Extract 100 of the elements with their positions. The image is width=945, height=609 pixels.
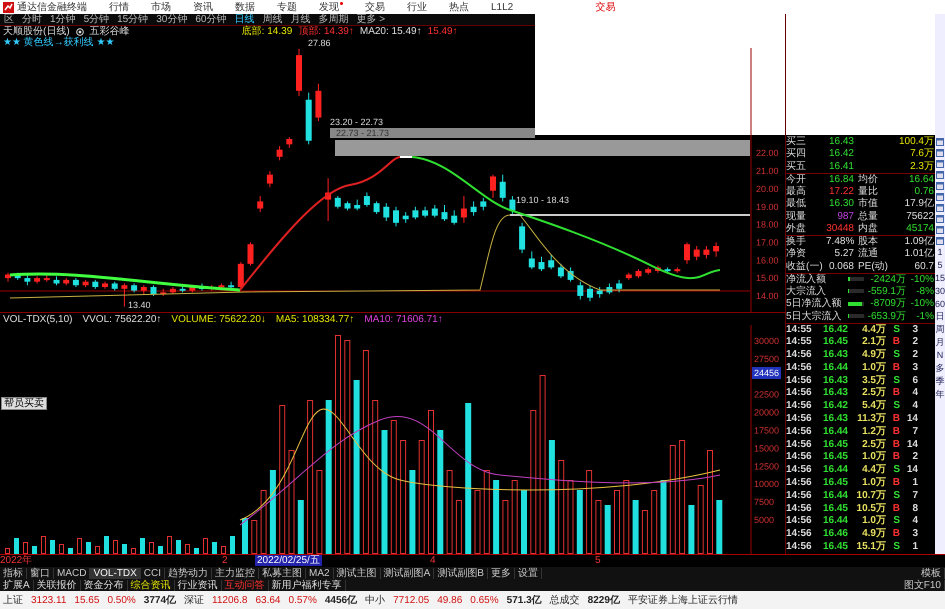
quote-value: 16.64: [908, 174, 934, 185]
candlestick: [402, 212, 409, 224]
window-icon[interactable]: [936, 149, 944, 157]
legend-text: ★★ 黄色线→获利线 ★★: [3, 37, 114, 48]
candlestick: [500, 174, 506, 202]
period-shortcut[interactable]: 30: [935, 286, 945, 297]
index-amount: 571.3亿: [506, 594, 542, 606]
quote-label: 收益(一): [786, 260, 824, 272]
menu-item[interactable]: 发现: [319, 2, 343, 12]
period-shortcut[interactable]: 60: [935, 300, 945, 310]
trade-time: 14:56: [786, 374, 813, 386]
period-tab[interactable]: 月线: [286, 14, 314, 25]
period-tab[interactable]: 分时: [18, 14, 46, 25]
period-shortcut[interactable]: 周: [936, 325, 944, 336]
trade-volume: 4.4万: [861, 324, 886, 335]
quote-value: 987: [836, 210, 854, 222]
index-amount: 3774亿: [144, 594, 176, 606]
menu-item[interactable]: 资讯: [193, 2, 213, 12]
window-icon[interactable]: [936, 226, 944, 234]
quote-value: 0.76: [914, 186, 934, 197]
trade-side: B: [892, 412, 900, 424]
indicator-value: MA5: 108334.77↑: [276, 314, 354, 324]
quote-value: 16.84: [828, 174, 854, 185]
quote-label: 现量: [786, 210, 807, 222]
period-tab[interactable]: 区: [0, 14, 18, 25]
period-tab[interactable]: 周线: [258, 14, 286, 25]
index-name: 深证: [184, 594, 204, 606]
menu-item[interactable]: 专题: [277, 2, 297, 12]
indicator-tab[interactable]: VOL-TDX: [90, 568, 141, 578]
candlestick: [432, 204, 438, 218]
window-icon[interactable]: [936, 138, 944, 146]
window-icon[interactable]: [936, 237, 944, 245]
candlestick: [480, 197, 486, 211]
menu-item[interactable]: 行业: [407, 2, 427, 12]
trade-count: 3: [911, 324, 918, 335]
flow-value: -8709万: [869, 298, 906, 310]
period-tab[interactable]: 1分钟: [46, 14, 80, 25]
menu-item[interactable]: 市场: [151, 2, 171, 12]
floating-panel[interactable]: 帮员买卖: [1, 397, 47, 410]
candlestick: [451, 210, 458, 226]
axis-label: 15.00: [756, 273, 779, 284]
window-icon[interactable]: [936, 215, 944, 223]
price-label: 19.10 - 18.43: [516, 195, 570, 205]
window-icon[interactable]: [936, 171, 944, 179]
axis-label: 15000: [754, 443, 780, 454]
menu-item[interactable]: 数据: [235, 2, 255, 12]
quote-value: 100.4万: [898, 136, 934, 147]
index-change: 15.65: [74, 594, 100, 606]
period-shortcut[interactable]: N: [936, 351, 944, 362]
quote-label: 市值: [857, 198, 879, 210]
trade-time: 14:56: [786, 476, 813, 488]
indicator-value: 底部: 14.39: [242, 26, 292, 37]
quote-label: 均价: [857, 174, 879, 185]
flow-label: 5日大宗流入: [786, 310, 843, 322]
quote-value: 2.3万: [909, 160, 934, 172]
period-tab[interactable]: 更多 >: [352, 14, 390, 25]
trade-time: 14:56: [786, 348, 813, 360]
window-icon[interactable]: [936, 193, 944, 201]
menu-item[interactable]: 交易: [365, 2, 385, 12]
period-shortcut[interactable]: 5: [937, 260, 942, 271]
period-tab[interactable]: 多周期: [314, 14, 352, 25]
candlestick: [24, 274, 30, 286]
period-shortcut[interactable]: 季: [936, 376, 944, 387]
trade-time: 14:56: [786, 387, 813, 398]
trade-count: 7: [911, 426, 918, 437]
candlestick: [548, 254, 554, 270]
quote-source: 平安证券上海上证云行情: [628, 594, 738, 606]
period-shortcut[interactable]: 1: [937, 248, 942, 258]
period-shortcut[interactable]: 年: [936, 390, 944, 400]
period-tab[interactable]: 5分钟: [80, 14, 114, 25]
flow-percent: -8%: [915, 286, 934, 297]
window-icon[interactable]: [936, 204, 944, 212]
flow-label: 5日净流入额: [786, 298, 843, 310]
trade-volume: 1.2万: [861, 426, 886, 437]
period-shortcut[interactable]: 多: [936, 364, 944, 374]
candlestick: [257, 196, 264, 213]
period-shortcut[interactable]: 15: [935, 274, 945, 284]
trade-price: 16.46: [822, 528, 848, 540]
trade-side: B: [892, 528, 900, 540]
trade-volume: 4.9万: [861, 528, 886, 540]
trade-count: 7: [911, 490, 918, 501]
menu-item[interactable]: 行情: [109, 2, 129, 12]
trade-link[interactable]: 交易: [595, 2, 616, 12]
date-label: 2022年: [0, 555, 32, 566]
period-tab[interactable]: 30分钟: [152, 14, 192, 25]
period-shortcut[interactable]: 日: [936, 312, 944, 322]
period-shortcut[interactable]: 月: [936, 338, 944, 348]
trade-price: 16.42: [822, 324, 848, 335]
trade-volume: 2.5万: [861, 438, 886, 450]
menu-item[interactable]: 热点: [449, 2, 469, 12]
candlestick: [519, 222, 526, 254]
period-tab[interactable]: 日线: [230, 14, 258, 25]
menu-item[interactable]: L1L2: [491, 2, 514, 12]
window-icon[interactable]: [936, 160, 944, 168]
trade-price: 16.45: [822, 502, 848, 514]
period-tab[interactable]: 15分钟: [113, 14, 152, 25]
window-icon[interactable]: [936, 182, 944, 190]
trade-count: 6: [911, 374, 918, 386]
trade-count: 3: [911, 362, 918, 373]
period-tab[interactable]: 60分钟: [191, 14, 230, 25]
